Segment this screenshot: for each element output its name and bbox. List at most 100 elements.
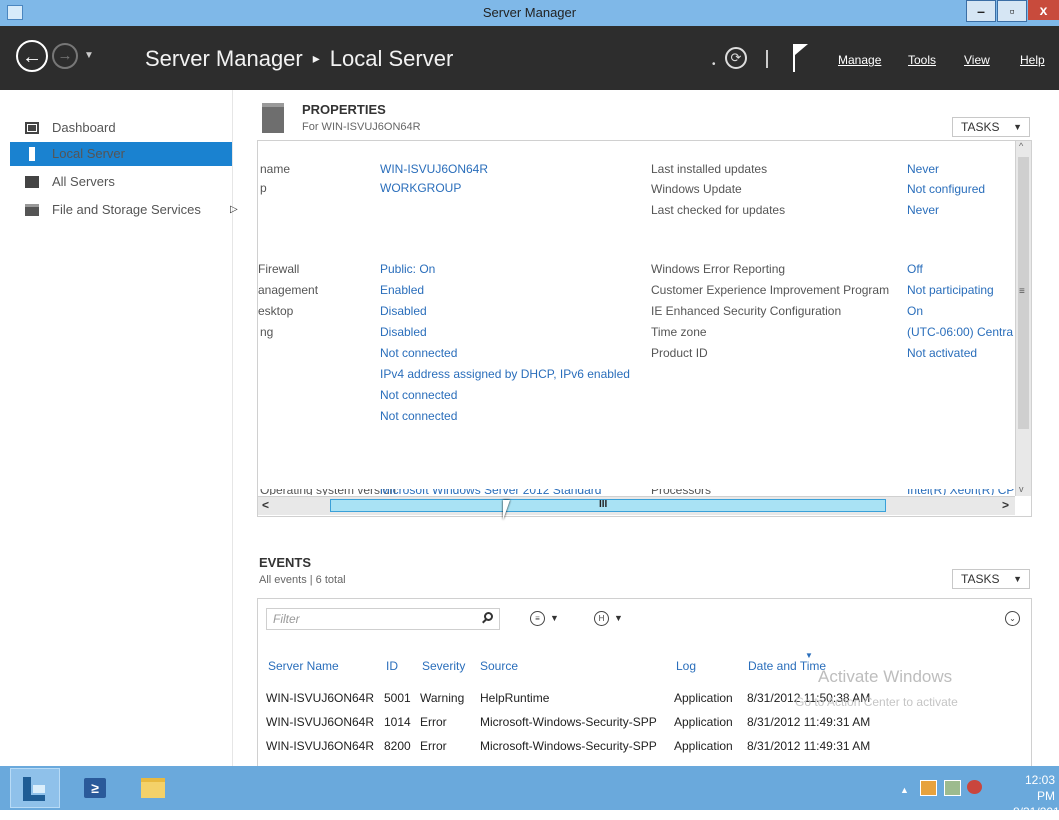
notifications-flag-icon[interactable]: [793, 44, 808, 72]
header-bar: ← → ▼ Server Manager ▸ Local Server • ⟳ Ma…: [0, 26, 1059, 90]
scroll-up-icon[interactable]: ^: [1019, 141, 1023, 151]
scroll-right-icon[interactable]: >: [1002, 498, 1009, 512]
nav-history-dropdown[interactable]: ▼: [84, 50, 94, 61]
properties-horizontal-scrollbar[interactable]: < III >: [258, 496, 1015, 515]
menu-view[interactable]: View: [964, 53, 990, 67]
table-cell[interactable]: Application: [674, 715, 733, 729]
remote-management-link[interactable]: Enabled: [380, 283, 424, 297]
table-cell[interactable]: 8/31/2012 11:49:31 AM: [747, 715, 870, 729]
table-cell[interactable]: WIN-ISVUJ6ON64R: [266, 691, 374, 705]
taskbar-server-manager[interactable]: [10, 768, 60, 808]
network-link[interactable]: IPv4 address assigned by DHCP, IPv6 enab…: [380, 367, 630, 381]
tasks-label: TASKS: [961, 572, 1000, 586]
forward-button[interactable]: →: [52, 43, 78, 69]
network-link[interactable]: Not connected: [380, 346, 457, 360]
show-hidden-icons-icon[interactable]: ▲: [900, 785, 909, 795]
table-cell[interactable]: WIN-ISVUJ6ON64R: [266, 739, 374, 753]
table-cell[interactable]: 8/31/2012 11:49:31 AM: [747, 739, 870, 753]
table-cell[interactable]: Warning: [420, 691, 464, 705]
column-header-severity[interactable]: Severity: [422, 659, 465, 673]
last-checked-updates-link[interactable]: Never: [907, 203, 939, 217]
sidebar-item-file-storage[interactable]: File and Storage Services ▷: [10, 198, 238, 222]
workgroup-link[interactable]: WORKGROUP: [380, 181, 461, 195]
properties-vertical-scrollbar[interactable]: ^ ≡ v: [1015, 141, 1031, 496]
property-label: Time zone: [651, 325, 707, 339]
menu-manage[interactable]: Manage: [838, 53, 881, 67]
save-query-icon[interactable]: H: [594, 611, 609, 626]
property-label: Windows Update: [651, 182, 742, 196]
scroll-left-icon[interactable]: <: [262, 498, 269, 512]
filter-input[interactable]: Filter: [266, 608, 500, 630]
refresh-icon[interactable]: ⟳: [725, 47, 747, 69]
table-cell[interactable]: Application: [674, 691, 733, 705]
table-cell[interactable]: 1014: [384, 715, 411, 729]
error-reporting-link[interactable]: Off: [907, 262, 923, 276]
breadcrumb: Server Manager ▸ Local Server: [145, 46, 453, 72]
computer-name-link[interactable]: WIN-ISVUJ6ON64R: [380, 162, 488, 176]
table-cell[interactable]: Error: [420, 715, 447, 729]
properties-tasks-button[interactable]: TASKS ▼: [952, 117, 1030, 137]
nic-teaming-link[interactable]: Disabled: [380, 325, 427, 339]
chevron-down-icon[interactable]: ▼: [550, 613, 559, 623]
sidebar-item-local-server[interactable]: Local Server: [10, 142, 232, 166]
table-cell[interactable]: Microsoft-Windows-Security-SPP: [480, 715, 657, 729]
close-button[interactable]: x: [1028, 0, 1059, 20]
table-cell[interactable]: Application: [674, 739, 733, 753]
windows-update-link[interactable]: Not configured: [907, 182, 985, 196]
refresh-dropdown-icon[interactable]: •: [712, 59, 716, 70]
column-header-id[interactable]: ID: [386, 659, 398, 673]
taskbar-powershell[interactable]: ≥: [70, 768, 120, 808]
network-link[interactable]: Not connected: [380, 388, 457, 402]
system-clock[interactable]: 12:03 PM 8/31/2012: [1013, 772, 1059, 820]
last-installed-updates-link[interactable]: Never: [907, 162, 939, 176]
events-title: EVENTS: [259, 555, 312, 570]
property-label: Customer Experience Improvement Program: [651, 283, 890, 297]
menu-help[interactable]: Help: [1020, 53, 1045, 67]
table-cell[interactable]: WIN-ISVUJ6ON64R: [266, 715, 374, 729]
table-cell[interactable]: Error: [420, 739, 447, 753]
action-center-flag-icon[interactable]: [920, 780, 937, 796]
sort-descending-icon: ▼: [805, 651, 813, 660]
column-header-source[interactable]: Source: [480, 659, 518, 673]
breadcrumb-root[interactable]: Server Manager: [145, 46, 303, 71]
menu-tools[interactable]: Tools: [908, 53, 936, 67]
back-button[interactable]: ←: [16, 40, 48, 72]
processors-link[interactable]: Intel(R) Xeon(R) CP: [907, 489, 1014, 495]
sidebar-item-dashboard[interactable]: Dashboard: [10, 116, 232, 140]
taskbar-file-explorer[interactable]: [128, 768, 178, 808]
sidebar-item-all-servers[interactable]: All Servers: [10, 170, 232, 194]
scroll-down-icon[interactable]: v: [1019, 484, 1024, 494]
table-cell[interactable]: HelpRuntime: [480, 691, 549, 705]
maximize-button[interactable]: ▫: [997, 0, 1027, 22]
os-version-link[interactable]: Microsoft Windows Server 2012 Standard: [380, 489, 601, 495]
table-cell[interactable]: 5001: [384, 691, 411, 705]
property-label: Windows Error Reporting: [651, 262, 786, 276]
product-id-link[interactable]: Not activated: [907, 346, 977, 360]
list-options-icon[interactable]: ≡: [530, 611, 545, 626]
network-link[interactable]: Not connected: [380, 409, 457, 423]
column-header-date-time[interactable]: Date and Time: [748, 659, 826, 673]
search-icon[interactable]: [484, 612, 493, 621]
chevron-down-icon[interactable]: ▼: [614, 613, 623, 623]
ie-esc-link[interactable]: On: [907, 304, 923, 318]
minimize-button[interactable]: –: [966, 0, 996, 22]
time-zone-link[interactable]: (UTC-06:00) Centra: [907, 325, 1013, 339]
table-cell[interactable]: Microsoft-Windows-Security-SPP: [480, 739, 657, 753]
column-header-server-name[interactable]: Server Name: [268, 659, 339, 673]
ceip-link[interactable]: Not participating: [907, 283, 994, 297]
submenu-arrow-icon[interactable]: ▷: [230, 198, 238, 222]
table-cell[interactable]: 8200: [384, 739, 411, 753]
expand-icon[interactable]: ⌄: [1005, 611, 1020, 626]
volume-muted-icon[interactable]: [967, 780, 982, 794]
property-label: Operating system version: [260, 489, 396, 495]
scrollbar-thumb[interactable]: III: [330, 499, 886, 512]
property-label: Firewall: [258, 262, 300, 276]
property-label: Processors: [651, 489, 711, 495]
network-icon[interactable]: [944, 780, 961, 796]
column-header-log[interactable]: Log: [676, 659, 696, 673]
breadcrumb-separator-icon: ▸: [312, 50, 320, 66]
remote-desktop-link[interactable]: Disabled: [380, 304, 427, 318]
events-tasks-button[interactable]: TASKS ▼: [952, 569, 1030, 589]
dashboard-icon: [25, 122, 39, 134]
firewall-link[interactable]: Public: On: [380, 262, 435, 276]
